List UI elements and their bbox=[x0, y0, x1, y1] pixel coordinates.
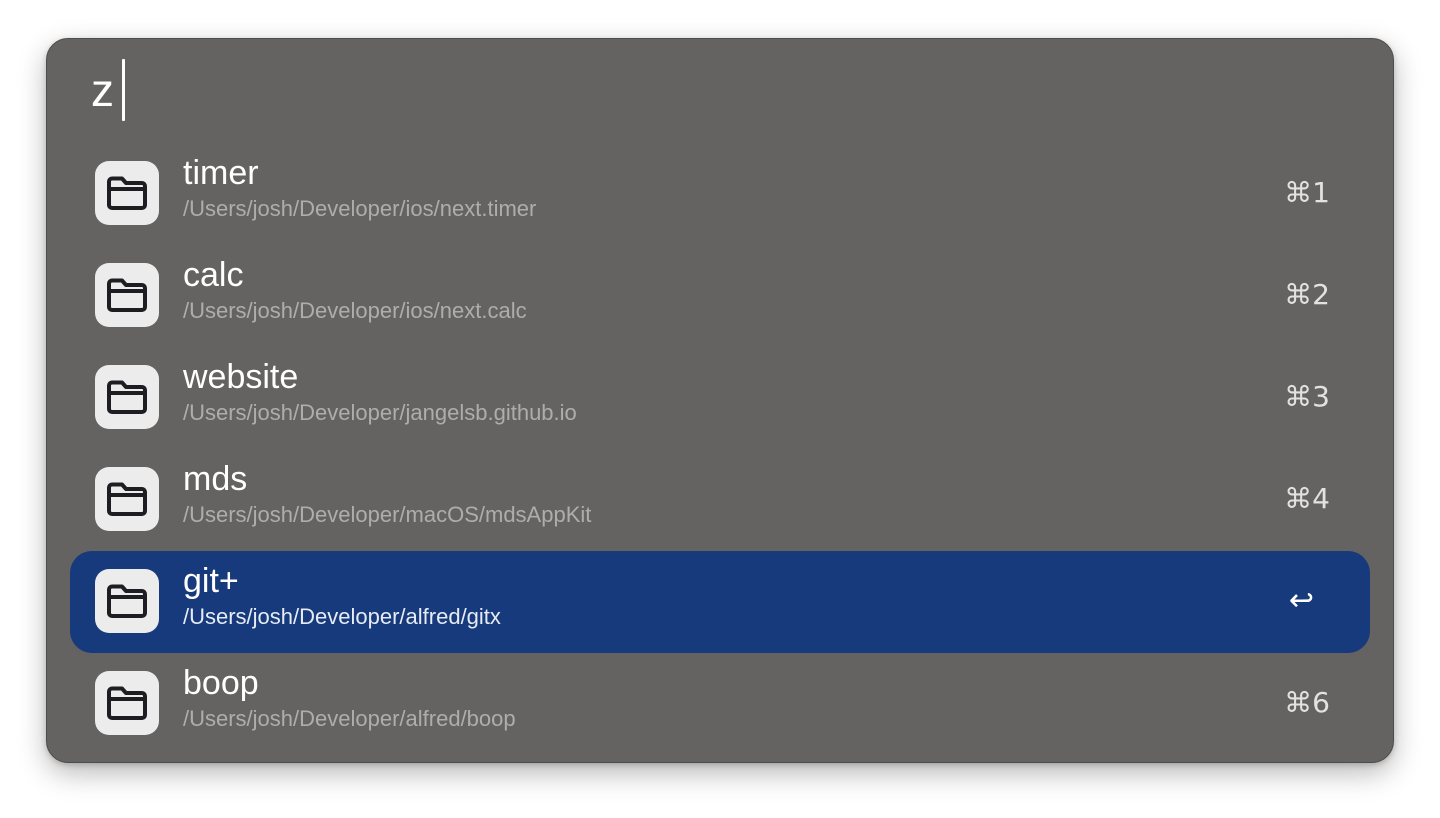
result-path: /Users/josh/Developer/alfred/boop bbox=[183, 706, 516, 731]
result-item-boop[interactable]: boop /Users/josh/Developer/alfred/boop ⌘… bbox=[70, 653, 1370, 755]
results-list: timer /Users/josh/Developer/ios/next.tim… bbox=[70, 143, 1370, 755]
result-title: boop bbox=[183, 664, 259, 702]
result-item-mds[interactable]: mds /Users/josh/Developer/macOS/mdsAppKi… bbox=[70, 449, 1370, 551]
result-item-timer[interactable]: timer /Users/josh/Developer/ios/next.tim… bbox=[70, 143, 1370, 245]
result-title: calc bbox=[183, 256, 244, 294]
result-path: /Users/josh/Developer/ios/next.timer bbox=[183, 196, 537, 221]
folder-icon bbox=[95, 161, 159, 225]
result-title: website bbox=[183, 358, 299, 396]
result-path: /Users/josh/Developer/macOS/mdsAppKit bbox=[183, 502, 592, 527]
result-shortcut: ⌘1 bbox=[1284, 176, 1330, 209]
result-item-website[interactable]: website /Users/josh/Developer/jangelsb.g… bbox=[70, 347, 1370, 449]
result-path: /Users/josh/Developer/ios/next.calc bbox=[183, 298, 527, 323]
result-shortcut: ⌘3 bbox=[1284, 380, 1330, 413]
result-title: timer bbox=[183, 154, 259, 192]
return-key-icon: ↩ bbox=[1288, 583, 1314, 618]
result-item-calc[interactable]: calc /Users/josh/Developer/ios/next.calc… bbox=[70, 245, 1370, 347]
result-shortcut: ⌘4 bbox=[1284, 482, 1330, 515]
folder-icon bbox=[95, 263, 159, 327]
text-cursor bbox=[122, 59, 125, 121]
result-item-git-plus-selected[interactable]: git+ /Users/josh/Developer/alfred/gitx ↩ bbox=[70, 551, 1370, 653]
search-query-text[interactable]: z bbox=[91, 55, 114, 125]
result-shortcut: ⌘2 bbox=[1284, 278, 1330, 311]
search-input[interactable]: z bbox=[91, 55, 125, 125]
folder-icon bbox=[95, 569, 159, 633]
folder-icon bbox=[95, 365, 159, 429]
result-path: /Users/josh/Developer/alfred/gitx bbox=[183, 604, 501, 629]
result-title: git+ bbox=[183, 562, 239, 600]
launcher-window: z timer /Users/josh/Developer/ios/next.t… bbox=[46, 38, 1394, 763]
result-shortcut: ⌘6 bbox=[1284, 686, 1330, 719]
folder-icon bbox=[95, 671, 159, 735]
result-title: mds bbox=[183, 460, 248, 498]
result-path: /Users/josh/Developer/jangelsb.github.io bbox=[183, 400, 577, 425]
folder-icon bbox=[95, 467, 159, 531]
